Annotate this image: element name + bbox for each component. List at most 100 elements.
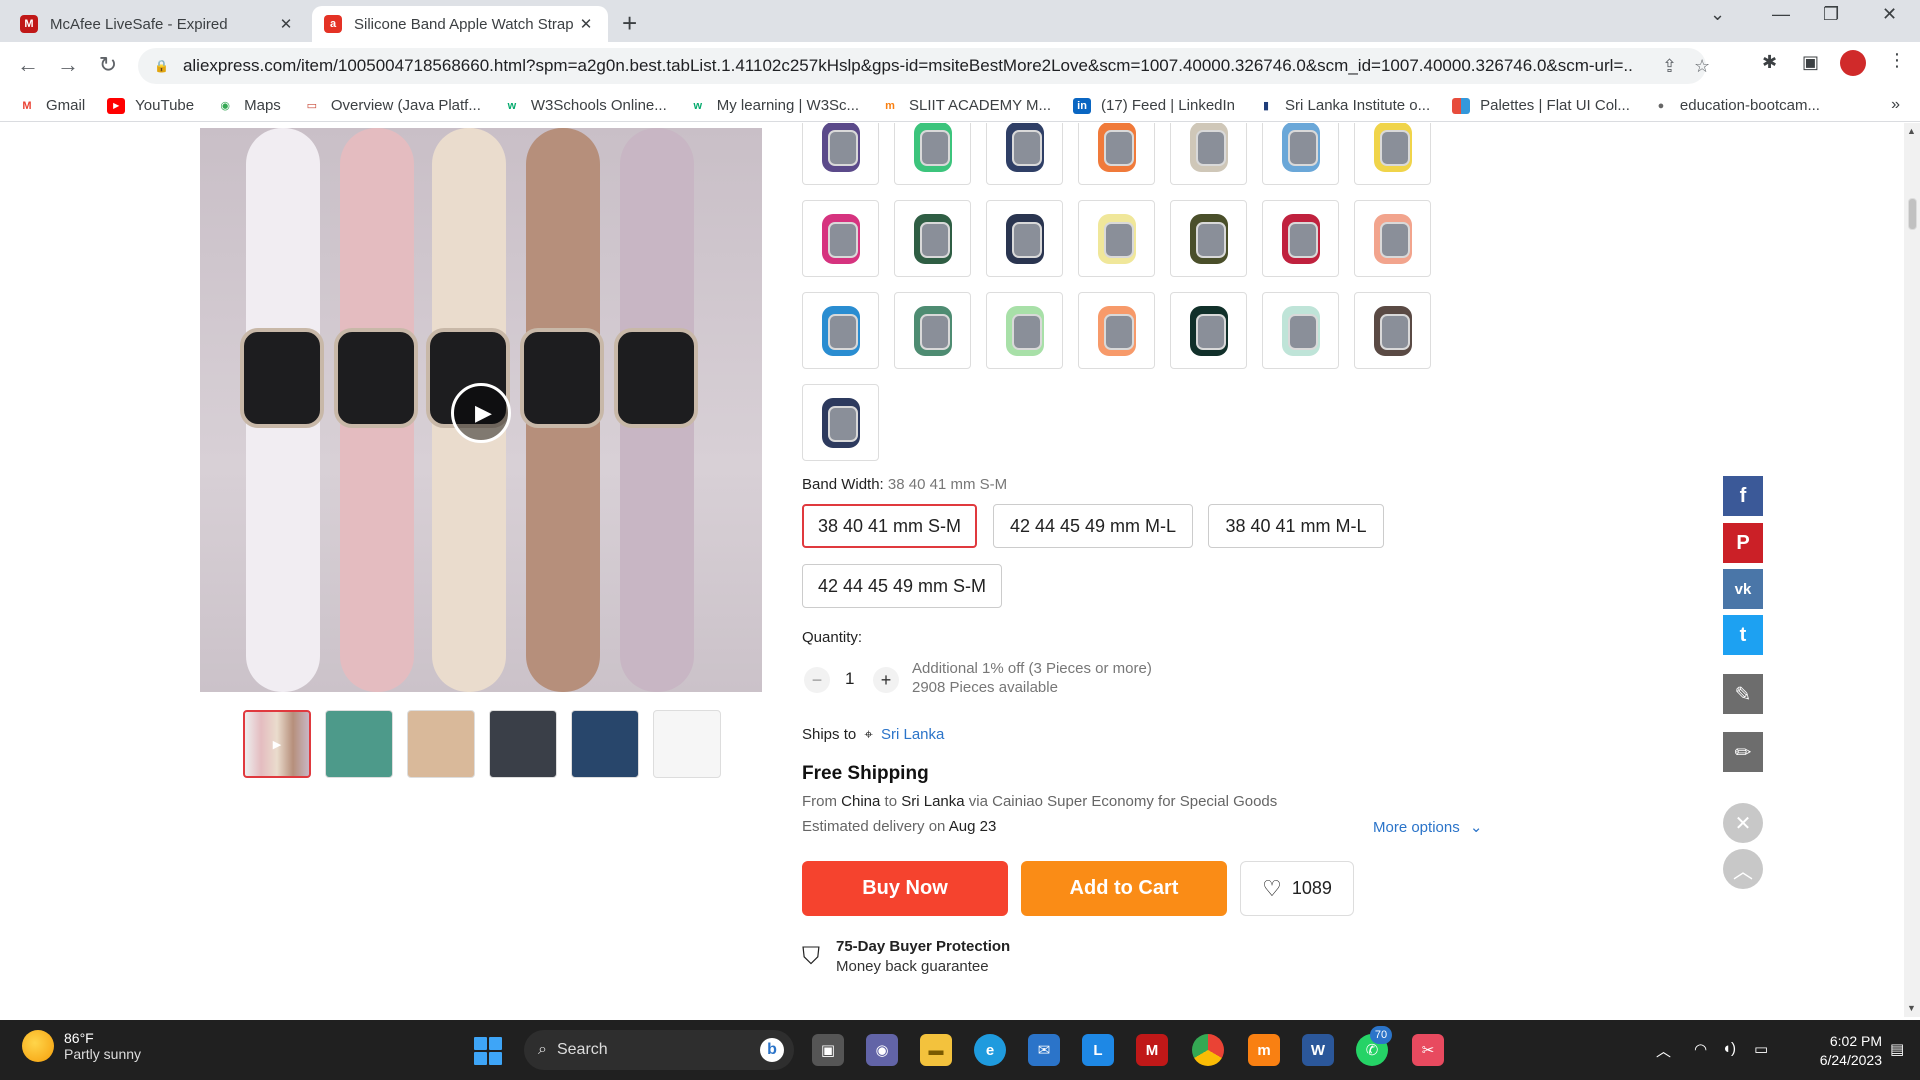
close-icon[interactable]: ✕ [1723,803,1763,843]
bookmark-w3schools-learning[interactable]: w My learning | W3Sc... [689,97,859,114]
teams-chat-icon[interactable]: ◉ [866,1034,898,1066]
close-tab-icon[interactable]: ✕ [576,15,596,33]
taskbar-search[interactable]: ⌕ Search b [524,1030,794,1070]
color-swatch[interactable] [1354,200,1431,277]
color-swatch[interactable] [1262,200,1339,277]
more-bookmarks-icon[interactable]: » [1891,96,1900,114]
add-to-cart-button[interactable]: Add to Cart [1021,861,1227,916]
quantity-decrease-button[interactable]: − [804,667,830,693]
edit-icon[interactable]: ✎ [1723,674,1763,714]
lock-icon[interactable]: 🔒 [154,59,169,73]
bookmark-gmail[interactable]: M Gmail [18,97,85,114]
new-tab-button[interactable]: + [622,8,637,39]
size-option[interactable]: 38 40 41 mm S-M [802,504,977,548]
wifi-icon[interactable]: ◠ [1694,1040,1707,1058]
bookmark-sliit-academy[interactable]: m SLIIT ACADEMY M... [881,97,1051,114]
color-swatch[interactable] [986,292,1063,369]
twitter-share-icon[interactable]: t [1723,615,1763,655]
url-text[interactable]: aliexpress.com/item/1005004718568660.htm… [183,56,1633,76]
minimize-button[interactable]: — [1772,4,1790,25]
battery-icon[interactable]: ▭ [1754,1040,1768,1058]
chrome-icon[interactable] [1192,1034,1224,1066]
forward-button[interactable]: → [54,52,82,78]
share-icon[interactable]: ⇪ [1662,56,1677,77]
color-swatch[interactable] [802,200,879,277]
thumbnail-image[interactable] [407,710,475,778]
color-swatch[interactable] [1078,292,1155,369]
back-to-top-icon[interactable]: ︿ [1723,849,1763,889]
address-bar[interactable]: 🔒 aliexpress.com/item/1005004718568660.h… [138,48,1710,84]
color-swatch[interactable] [1262,123,1339,185]
thumbnail-image[interactable] [571,710,639,778]
snipping-tool-icon[interactable]: ✂ [1412,1034,1444,1066]
color-swatch[interactable] [1354,292,1431,369]
page-scrollbar[interactable]: ▲ ▼ [1904,123,1920,1017]
word-icon[interactable]: W [1302,1034,1334,1066]
edge-icon[interactable]: e [974,1034,1006,1066]
launcher-icon[interactable]: L [1082,1034,1114,1066]
bookmark-flat-ui-palettes[interactable]: Palettes | Flat UI Col... [1452,97,1630,114]
quantity-value[interactable]: 1 [845,669,854,689]
thumbnail-image[interactable] [489,710,557,778]
color-swatch[interactable] [1354,123,1431,185]
color-swatch[interactable] [894,292,971,369]
weather-widget[interactable]: 86°F Partly sunny [22,1030,141,1062]
size-option[interactable]: 38 40 41 mm M-L [1208,504,1384,548]
product-main-image[interactable]: ▶ [200,128,762,692]
mcafee-taskbar-icon[interactable]: M [1136,1034,1168,1066]
pinterest-share-icon[interactable]: P [1723,523,1763,563]
color-swatch[interactable] [1170,200,1247,277]
size-option[interactable]: 42 44 45 49 mm S-M [802,564,1002,608]
bookmark-youtube[interactable]: ▶ YouTube [107,97,194,114]
side-panel-icon[interactable]: ▣ [1802,52,1819,73]
color-swatch[interactable] [1170,292,1247,369]
color-swatch[interactable] [1078,123,1155,185]
task-view-icon[interactable]: ▣ [812,1034,844,1066]
back-button[interactable]: ← [14,52,42,78]
pencil-icon[interactable]: ✏ [1723,732,1763,772]
scroll-up-arrow-icon[interactable]: ▲ [1907,126,1916,136]
bookmark-java-overview[interactable]: ▭ Overview (Java Platf... [303,97,481,114]
close-tab-icon[interactable]: ✕ [276,15,296,33]
color-swatch[interactable] [802,384,879,461]
color-swatch[interactable] [894,123,971,185]
file-explorer-icon[interactable]: ▬ [920,1034,952,1066]
size-option[interactable]: 42 44 45 49 mm M-L [993,504,1193,548]
tab-mcafee[interactable]: M McAfee LiveSafe - Expired ✕ [8,6,308,42]
browser-menu-icon[interactable]: ⋮ [1888,50,1906,71]
mail-icon[interactable]: ✉ [1028,1034,1060,1066]
tab-aliexpress[interactable]: a Silicone Band Apple Watch Strap ✕ [312,6,608,42]
scrollbar-thumb[interactable] [1908,198,1917,230]
system-clock[interactable]: 6:02 PM 6/24/2023 [1796,1032,1882,1070]
start-button[interactable] [474,1037,502,1065]
color-swatch[interactable] [986,200,1063,277]
volume-icon[interactable]: ◖) [1722,1040,1736,1057]
thumbnail-image[interactable] [653,710,721,778]
color-swatch[interactable] [1262,292,1339,369]
tab-search-icon[interactable]: ⌄ [1710,4,1725,25]
bookmark-linkedin[interactable]: in (17) Feed | LinkedIn [1073,97,1235,114]
bookmark-w3schools[interactable]: w W3Schools Online... [503,97,667,114]
color-swatch[interactable] [1078,200,1155,277]
color-swatch[interactable] [986,123,1063,185]
vk-share-icon[interactable]: vk [1723,569,1763,609]
more-shipping-options-link[interactable]: More options ⌄ [1373,818,1482,836]
notifications-icon[interactable]: ▤ [1890,1040,1904,1058]
color-swatch[interactable] [1170,123,1247,185]
moodle-taskbar-icon[interactable]: m [1248,1034,1280,1066]
bookmark-maps[interactable]: ◉ Maps [216,97,281,114]
ships-to-country-link[interactable]: Sri Lanka [881,726,944,743]
show-hidden-icons-chevron[interactable]: ︿ [1656,1040,1671,1061]
profile-avatar[interactable] [1840,50,1866,76]
extensions-icon[interactable]: ✱ [1762,52,1777,73]
wishlist-button[interactable]: ♡ 1089 [1240,861,1354,916]
scroll-down-arrow-icon[interactable]: ▼ [1907,1003,1916,1013]
quantity-increase-button[interactable]: + [873,667,899,693]
color-swatch[interactable] [802,123,879,185]
thumbnail-video[interactable]: ▶ [243,710,311,778]
reload-button[interactable]: ↻ [94,52,122,78]
buy-now-button[interactable]: Buy Now [802,861,1008,916]
bookmark-sliit[interactable]: ▮ Sri Lanka Institute o... [1257,97,1430,114]
thumbnail-image[interactable] [325,710,393,778]
play-video-icon[interactable]: ▶ [451,383,511,443]
